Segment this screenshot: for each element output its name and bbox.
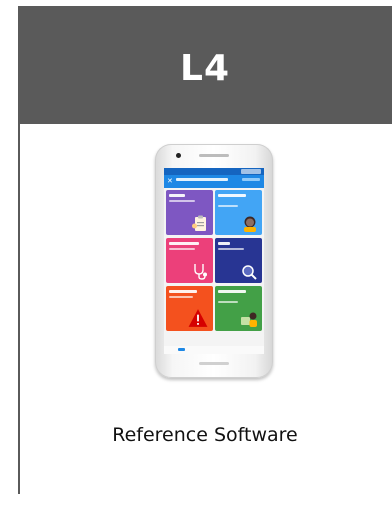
tile-title [169,290,197,293]
app-screen-icon: ✕ [164,168,264,354]
app-bar-action [242,178,260,181]
app-bar: ✕ [164,175,264,188]
tile-physical-exam [166,238,213,283]
earpiece [199,154,229,157]
magnifier-icon [242,265,257,280]
card-header: L4 [18,6,392,124]
tile-counseling [215,286,262,331]
tile-danger-signs [166,286,213,331]
card-title: L4 [180,47,230,89]
warning-icon [188,309,208,327]
person-icon [244,216,256,232]
phone-icon: ✕ [155,144,275,384]
app-bar-title [176,178,228,181]
tile-subtitle [169,248,195,250]
tile-title [169,194,185,197]
home-button [199,362,229,365]
tile-subtitle [218,301,238,303]
tile-symptoms [215,190,262,235]
status-bar [164,168,264,175]
tile-title [218,194,246,197]
tile-subtitle [218,248,244,250]
tile-title [169,242,199,245]
counseling-icon [241,312,257,327]
clipboard-icon [192,215,206,231]
stethoscope-icon [194,264,207,280]
tile-tests [215,238,262,283]
tile-subtitle [169,296,193,298]
card-caption: Reference Software [112,424,298,446]
nav-indicator [178,348,185,351]
tile-subtitle [169,200,195,202]
camera-icon [176,153,181,158]
tile-title [218,242,230,245]
tile-profile [166,190,213,235]
tile-subtitle [218,205,238,207]
status-icons [241,169,261,174]
close-icon: ✕ [167,177,173,185]
l4-card: L4 ✕ Reference Software [18,0,392,519]
bottom-nav [164,346,264,354]
phone-body: ✕ [155,144,273,378]
tile-title [218,290,246,293]
